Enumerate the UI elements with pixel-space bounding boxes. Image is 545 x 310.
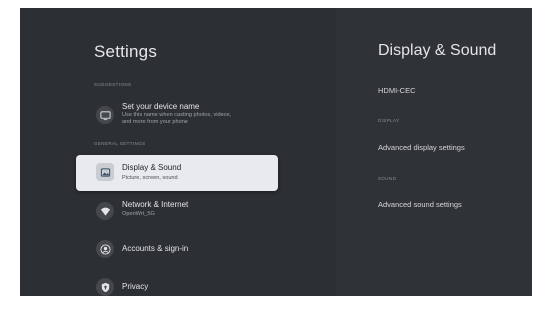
menu-item-accounts[interactable]: Accounts & sign-in [76,232,278,268]
shield-icon [96,278,114,296]
tv-settings-screen: Settings SUGGESTIONS Set your device nam… [20,8,532,296]
menu-item-privacy[interactable]: Privacy [76,270,278,296]
menu-item-subtitle: Picture, screen, sound [122,175,178,181]
picture-icon [96,163,114,181]
menu-item-title: Accounts & sign-in [122,244,189,253]
menu-item-subtitle: OpenWrt_5G [122,211,155,217]
detail-item-hdmi-cec[interactable]: HDMI-CEC [378,86,416,95]
page-title: Settings [94,42,158,61]
menu-item-device-name[interactable]: Set your device name Use this name when … [76,98,278,134]
detail-title: Display & Sound [378,42,497,59]
menu-item-display-sound[interactable]: Display & Sound Picture, screen, sound [76,155,278,191]
section-header-general: GENERAL SETTINGS [94,141,146,146]
menu-item-network[interactable]: Network & Internet OpenWrt_5G [76,194,278,230]
detail-item-advanced-display[interactable]: Advanced display settings [378,143,465,152]
detail-section-sound: SOUND [378,176,397,181]
menu-item-subtitle: Use this name when casting photos, video… [122,112,232,125]
menu-item-title: Network & Internet [122,200,189,209]
wifi-icon [96,202,114,220]
menu-item-title: Set your device name [122,102,200,111]
section-header-suggestions: SUGGESTIONS [94,82,132,87]
tv-icon [96,106,114,124]
detail-section-display: DISPLAY [378,118,400,123]
menu-item-title: Privacy [122,282,149,291]
detail-item-advanced-sound[interactable]: Advanced sound settings [378,200,462,209]
account-icon [96,240,114,258]
menu-item-title: Display & Sound [122,163,182,172]
